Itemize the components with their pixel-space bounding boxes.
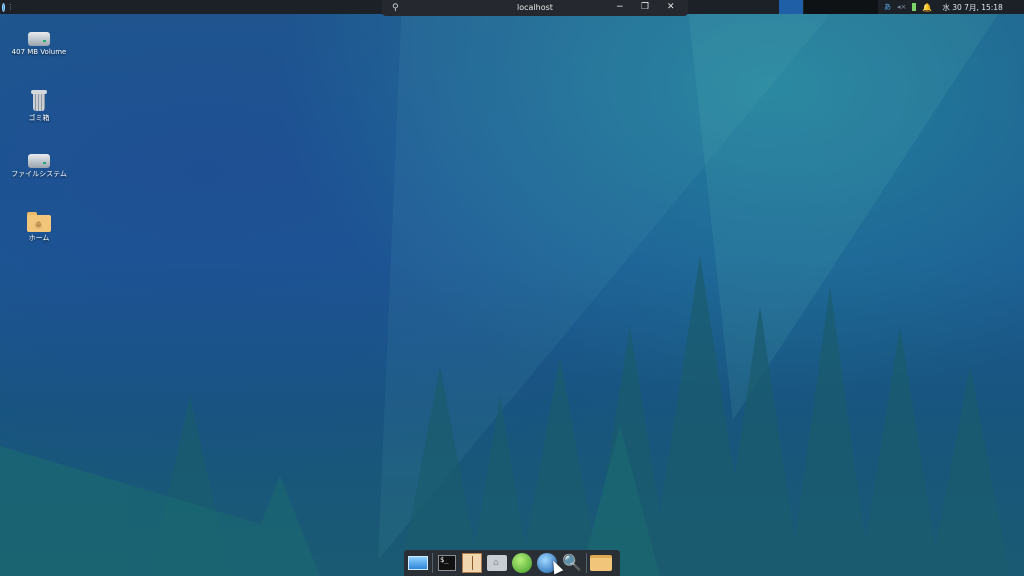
search-icon: 🔍 [562, 553, 582, 572]
input-method-icon[interactable]: あ [884, 2, 891, 12]
desktop-icon-home[interactable]: ⌂ ホーム [11, 212, 67, 242]
battery-icon[interactable] [912, 3, 917, 11]
dock-leaf-app[interactable] [511, 552, 533, 574]
wallpaper-forest [0, 256, 1010, 576]
applications-menu-button[interactable]: ⋮ [2, 1, 14, 13]
desktop-icon-label: ファイルシステム [11, 170, 67, 178]
desktop-icon-trash[interactable]: ゴミ箱 [11, 90, 67, 122]
folder-icon [590, 555, 612, 571]
dock-file-manager[interactable]: ⌂ [486, 552, 508, 574]
desktop-icon-label: 407 MB Volume [11, 48, 67, 56]
notification-bell-icon[interactable]: 🔔 [922, 3, 932, 12]
dock-separator [432, 553, 433, 573]
tree-icon [462, 553, 482, 573]
panel-grip-icon: ⋮ [7, 3, 14, 11]
dock-app-finder[interactable]: 🔍 [561, 552, 583, 574]
desktop-icon-label: ゴミ箱 [28, 114, 50, 122]
restore-button[interactable]: ❐ [641, 2, 649, 12]
desktop-icon-label: ホーム [28, 234, 50, 242]
drive-icon [28, 152, 50, 168]
remote-window-titlebar[interactable]: ⚲ localhost − ❐ ✕ [382, 0, 688, 16]
workspace-1-button[interactable] [779, 0, 803, 14]
minimize-button[interactable]: − [616, 2, 624, 12]
workspace-2-button[interactable] [804, 0, 878, 14]
drive-icon [28, 30, 50, 46]
dock-separator [586, 553, 587, 573]
dock-folder[interactable] [590, 552, 612, 574]
terminal-icon: $_ [438, 555, 456, 571]
desktop-icon-filesystem[interactable]: ファイルシステム [11, 152, 67, 178]
home-folder-icon: ⌂ [27, 212, 51, 232]
dock: $_ ⌂ 🔍 [404, 550, 620, 576]
leaf-icon [512, 553, 532, 573]
desktop-icon-volume[interactable]: 407 MB Volume [11, 30, 67, 56]
dock-terminal[interactable]: $_ [436, 552, 458, 574]
volume-muted-icon[interactable]: ◂× [897, 3, 906, 11]
dock-text-editor[interactable] [461, 552, 483, 574]
app-menu-icon [2, 2, 5, 12]
clock[interactable]: 水 30 7月, 15:18 [942, 2, 1002, 13]
home-icon: ⌂ [487, 555, 507, 571]
close-button[interactable]: ✕ [667, 2, 675, 12]
system-tray: あ ◂× 🔔 水 30 7月, 15:18 [884, 0, 1003, 14]
dock-show-desktop[interactable] [407, 552, 429, 574]
trash-icon [31, 90, 47, 112]
desktop-icon [408, 556, 428, 570]
